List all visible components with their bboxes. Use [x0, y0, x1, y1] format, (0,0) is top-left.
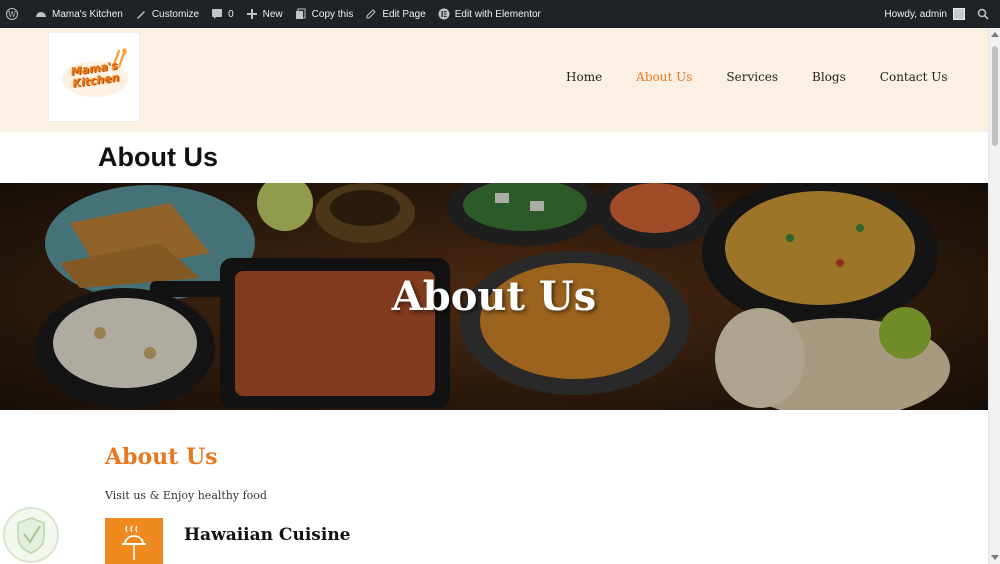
copy-this-link[interactable]: Copy this: [289, 0, 360, 28]
section-subheading: Visit us & Enjoy healthy food: [105, 489, 267, 502]
edit-page-label: Edit Page: [382, 8, 426, 20]
brush-icon: [136, 11, 145, 19]
nav-item-blogs[interactable]: Blogs: [812, 70, 846, 84]
page-scrollbar[interactable]: [988, 28, 1000, 564]
hero-banner: About Us: [0, 183, 988, 410]
nav-item-home[interactable]: Home: [566, 70, 602, 84]
nav-item-contact-us[interactable]: Contact Us: [880, 70, 948, 84]
feature-title: Hawaiian Cuisine: [184, 525, 351, 545]
howdy-label: Howdy, admin: [884, 8, 947, 20]
search-icon: [977, 8, 989, 20]
site-name-menu[interactable]: Mama's Kitchen: [29, 0, 129, 28]
my-account-menu[interactable]: Howdy, admin: [878, 0, 971, 28]
main-navigation: Home About Us Services Blogs Contact Us: [566, 70, 982, 84]
plus-icon: [246, 9, 257, 19]
nav-item-services[interactable]: Services: [726, 70, 778, 84]
wp-admin-bar: W Mama's Kitchen Customize 0 New Copy th…: [0, 0, 1000, 28]
pencil-icon: [366, 9, 377, 19]
page-title-band: About Us: [0, 132, 988, 183]
customize-label: Customize: [151, 8, 200, 20]
hero-title: About Us: [391, 273, 597, 320]
new-label: New: [262, 8, 283, 20]
shield-watermark-icon: [3, 507, 59, 563]
edit-with-elementor-label: Edit with Elementor: [454, 8, 541, 20]
section-heading: About Us: [105, 444, 218, 470]
comment-icon: [212, 9, 223, 19]
nav-item-about-us[interactable]: About Us: [636, 70, 692, 84]
site-name-label: Mama's Kitchen: [52, 8, 123, 20]
elementor-icon: [438, 8, 450, 20]
wordpress-logo-icon[interactable]: W: [0, 0, 29, 28]
copy-this-label: Copy this: [311, 8, 354, 20]
scroll-thumb[interactable]: [992, 46, 998, 146]
copy-icon: [295, 8, 306, 19]
svg-text:W: W: [8, 10, 17, 19]
chef-dish-icon: [122, 525, 146, 560]
scroll-up-icon[interactable]: [991, 32, 999, 37]
site-logo[interactable]: Mama's Kitchen: [48, 32, 140, 122]
customize-link[interactable]: Customize: [129, 0, 205, 28]
comments-count: 0: [228, 8, 234, 20]
avatar: [953, 8, 965, 20]
edit-page-link[interactable]: Edit Page: [359, 0, 431, 28]
comments-link[interactable]: 0: [205, 0, 240, 28]
feature-icon-box: [105, 518, 163, 564]
new-content-menu[interactable]: New: [240, 0, 289, 28]
scroll-down-icon[interactable]: [991, 555, 999, 560]
wordpress-icon: W: [6, 8, 18, 20]
dashboard-icon: [36, 12, 46, 17]
edit-with-elementor-link[interactable]: Edit with Elementor: [432, 0, 547, 28]
site-header: Mama's Kitchen Home About Us Services Bl…: [0, 28, 988, 132]
admin-search-button[interactable]: [971, 0, 1000, 28]
page-title: About Us: [98, 142, 218, 172]
